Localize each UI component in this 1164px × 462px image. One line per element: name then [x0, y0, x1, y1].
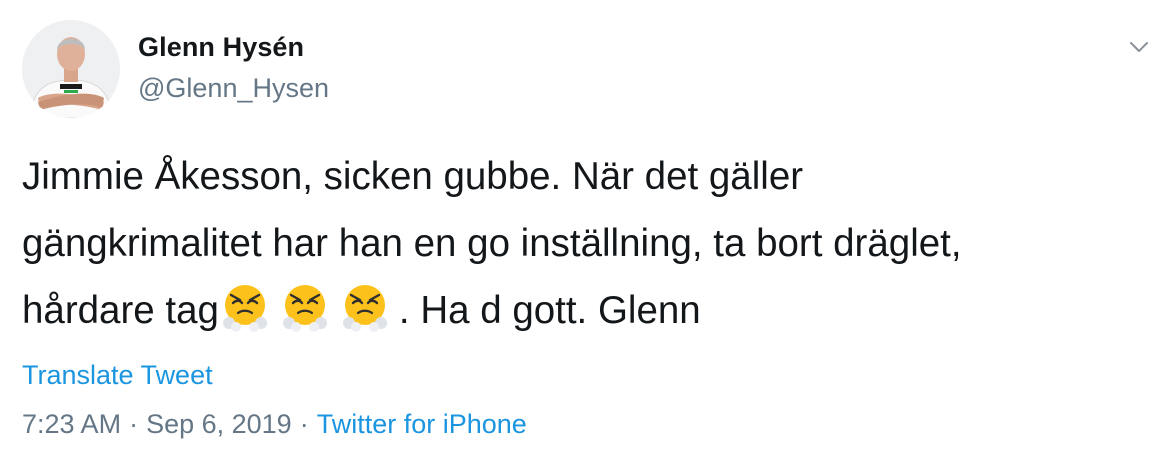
face-with-steam-from-nose-icon [219, 281, 271, 333]
tweet-meta: 7:23 AM · Sep 6, 2019 · Twitter for iPhone [22, 409, 527, 440]
chevron-down-icon[interactable] [1126, 34, 1152, 60]
tweet-text-line: Jimmie Åkesson, sicken gubbe. När det gä… [22, 155, 804, 198]
profile-photo-icon [22, 20, 120, 118]
author-display-name[interactable]: Glenn Hysén [138, 32, 304, 63]
tweet-text: Jimmie Åkesson, sicken gubbe. När det gä… [22, 143, 1142, 344]
tweet-text-segment: . Ha d gott. Glenn [398, 289, 701, 332]
tweet-text-segment: hårdare tag [22, 289, 219, 332]
tweet-time[interactable]: 7:23 AM [22, 409, 121, 439]
author-handle[interactable]: @Glenn_Hysen [138, 73, 329, 104]
meta-separator: · [299, 409, 309, 439]
tweet-date[interactable]: Sep 6, 2019 [146, 409, 292, 439]
tweet-text-line: gängkrimalitet har han en go inställning… [22, 222, 962, 265]
avatar[interactable] [22, 20, 120, 118]
face-with-steam-from-nose-icon [279, 281, 331, 333]
tweet-source-link[interactable]: Twitter for iPhone [317, 409, 527, 439]
tweet-card: Glenn Hysén @Glenn_Hysen Jimmie Åkesson,… [0, 0, 1164, 462]
meta-separator: · [129, 409, 139, 439]
translate-tweet-link[interactable]: Translate Tweet [22, 360, 213, 391]
face-with-steam-from-nose-icon [339, 281, 391, 333]
tweet-text-line: hårdare tag . Ha d gott. Glenn [22, 277, 1142, 344]
